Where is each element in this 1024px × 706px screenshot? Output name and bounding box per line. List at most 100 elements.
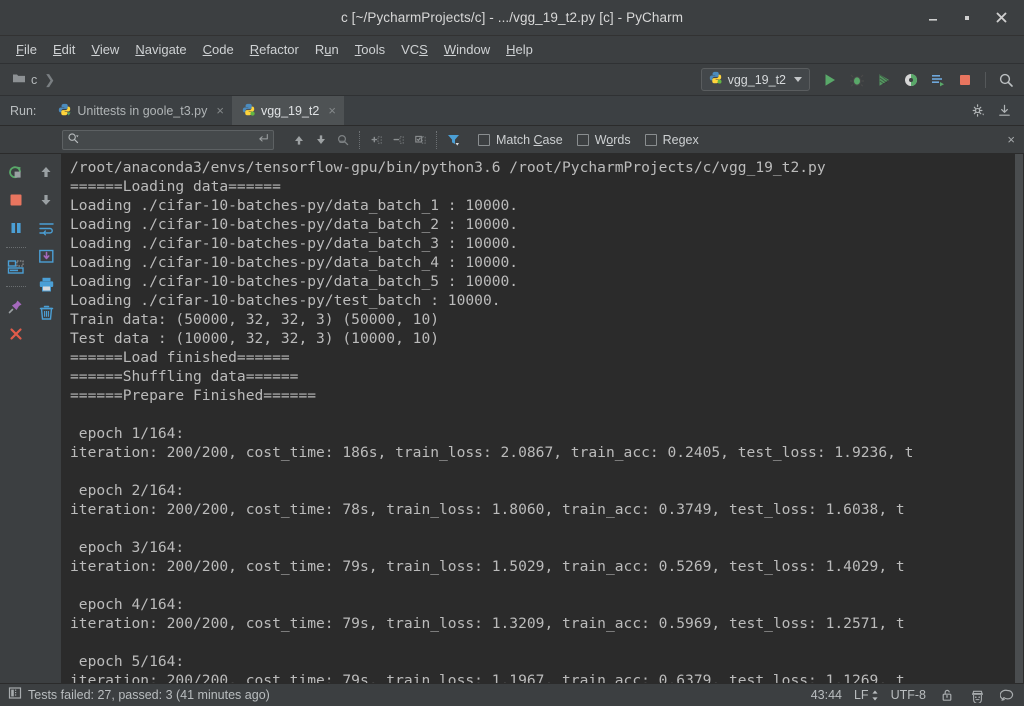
encoding-label[interactable]: UTF-8 bbox=[891, 688, 926, 702]
match-case-label: Match Case bbox=[496, 132, 563, 147]
test-status-text: Tests failed: 27, passed: 3 (41 minutes … bbox=[28, 688, 270, 702]
menu-edit[interactable]: Edit bbox=[45, 39, 83, 60]
menu-run[interactable]: Run bbox=[307, 39, 347, 60]
menu-refactor[interactable]: Refactor bbox=[242, 39, 307, 60]
run-tab-label: Unittests in goole_t3.py bbox=[77, 103, 208, 118]
scroll-to-end-icon[interactable] bbox=[33, 243, 59, 269]
console-text: /root/anaconda3/envs/tensorflow-gpu/bin/… bbox=[70, 159, 914, 683]
down-arrow-icon[interactable] bbox=[33, 187, 59, 213]
pin-icon[interactable] bbox=[3, 293, 29, 319]
debug-icon[interactable] bbox=[845, 68, 869, 92]
collapse-all-icon[interactable] bbox=[387, 129, 409, 151]
menu-code[interactable]: Code bbox=[195, 39, 242, 60]
search-field[interactable] bbox=[62, 129, 274, 150]
rerun-icon[interactable] bbox=[3, 159, 29, 185]
regex-checkbox-box[interactable] bbox=[644, 133, 657, 146]
caret-position[interactable]: 43:44 bbox=[811, 688, 842, 702]
enter-icon bbox=[257, 131, 269, 149]
trash-icon[interactable] bbox=[33, 299, 59, 325]
menu-window[interactable]: Window bbox=[436, 39, 498, 60]
print-icon[interactable] bbox=[33, 271, 59, 297]
pause-icon[interactable] bbox=[3, 215, 29, 241]
console-scrollbar-thumb[interactable] bbox=[1015, 154, 1023, 683]
words-checkbox[interactable]: Words bbox=[576, 133, 631, 147]
python-file-icon bbox=[242, 103, 255, 119]
line-separator[interactable]: LF bbox=[854, 688, 879, 702]
python-test-icon bbox=[58, 103, 71, 119]
maximize-icon[interactable] bbox=[952, 5, 982, 31]
run-icon[interactable] bbox=[818, 68, 842, 92]
stop-icon[interactable] bbox=[953, 68, 977, 92]
window-title: c [~/PycharmProjects/c] - .../vgg_19_t2.… bbox=[340, 10, 684, 25]
menu-navigate[interactable]: Navigate bbox=[127, 39, 194, 60]
soft-wrap-icon[interactable] bbox=[33, 215, 59, 241]
unlocked-icon[interactable] bbox=[938, 686, 956, 704]
line-separator-label: LF bbox=[853, 688, 869, 702]
pycharm-window: c [~/PycharmProjects/c] - .../vgg_19_t2.… bbox=[0, 0, 1024, 706]
select-in-tree-icon[interactable] bbox=[409, 129, 431, 151]
profile-icon[interactable] bbox=[899, 68, 923, 92]
window-controls bbox=[918, 5, 1016, 31]
breadcrumb[interactable]: c ❯ bbox=[6, 71, 55, 89]
title-bar: c [~/PycharmProjects/c] - .../vgg_19_t2.… bbox=[0, 0, 1024, 36]
run-with-console-icon[interactable] bbox=[926, 68, 950, 92]
python-file-icon bbox=[709, 71, 722, 89]
gutter-divider bbox=[5, 247, 26, 248]
hector-inspector-icon[interactable] bbox=[968, 686, 986, 704]
search-everywhere-icon[interactable] bbox=[994, 68, 1018, 92]
run-tab-vgg19[interactable]: vgg_19_t2 × bbox=[231, 96, 344, 125]
close-icon[interactable] bbox=[3, 321, 29, 347]
find-next-icon[interactable] bbox=[310, 129, 332, 151]
menu-help[interactable]: Help bbox=[498, 39, 541, 60]
console-search-bar: Match Case Words Regex × bbox=[0, 126, 1024, 154]
run-panel-actions bbox=[966, 96, 1024, 125]
search-input[interactable] bbox=[82, 133, 254, 146]
menu-tools[interactable]: Tools bbox=[347, 39, 393, 60]
chevron-down-icon bbox=[794, 77, 802, 82]
run-actions-gutter bbox=[0, 154, 31, 683]
menu-bar: File Edit View Navigate Code Refactor Ru… bbox=[0, 36, 1024, 64]
select-all-occurrences-icon[interactable] bbox=[332, 129, 354, 151]
chevron-right-icon: ❯ bbox=[44, 71, 56, 87]
hide-panel-icon[interactable] bbox=[992, 99, 1016, 123]
status-bar: Tests failed: 27, passed: 3 (41 minutes … bbox=[0, 683, 1024, 706]
match-case-checkbox[interactable]: Match Case bbox=[478, 133, 563, 147]
run-tool-window-header: Run: Unittests in goole_t3.py × vgg_19_t… bbox=[0, 96, 1024, 126]
gear-icon[interactable] bbox=[966, 99, 990, 123]
find-previous-icon[interactable] bbox=[288, 129, 310, 151]
search-icon bbox=[67, 131, 79, 149]
expand-all-icon[interactable] bbox=[365, 129, 387, 151]
stop-icon[interactable] bbox=[3, 187, 29, 213]
filter-icon[interactable] bbox=[442, 129, 464, 151]
console-output[interactable]: /root/anaconda3/envs/tensorflow-gpu/bin/… bbox=[62, 154, 1024, 683]
status-left[interactable]: Tests failed: 27, passed: 3 (41 minutes … bbox=[8, 686, 270, 705]
menu-vcs[interactable]: VCS bbox=[393, 39, 436, 60]
menu-file[interactable]: File bbox=[8, 39, 45, 60]
minimize-icon[interactable] bbox=[918, 5, 948, 31]
words-checkbox-box[interactable] bbox=[576, 133, 589, 146]
test-results-icon bbox=[8, 686, 22, 705]
close-search-icon[interactable]: × bbox=[1007, 132, 1015, 147]
run-tab-label: vgg_19_t2 bbox=[260, 103, 320, 118]
regex-checkbox[interactable]: Regex bbox=[644, 133, 699, 147]
breadcrumb-label: c bbox=[31, 72, 38, 87]
tab-close-icon[interactable]: × bbox=[328, 103, 336, 118]
search-nav-actions bbox=[288, 129, 464, 151]
event-log-icon[interactable] bbox=[998, 686, 1016, 704]
line-separator-arrows-icon bbox=[871, 690, 879, 701]
menu-view[interactable]: View bbox=[83, 39, 127, 60]
run-console-body: /root/anaconda3/envs/tensorflow-gpu/bin/… bbox=[0, 154, 1024, 683]
main-toolbar: c ❯ vgg_19_t2 bbox=[0, 64, 1024, 96]
close-icon[interactable] bbox=[986, 5, 1016, 31]
match-case-checkbox-box[interactable] bbox=[478, 133, 490, 146]
folder-icon bbox=[12, 71, 26, 89]
console-view-icon[interactable] bbox=[3, 254, 29, 280]
console-actions-gutter bbox=[31, 154, 62, 683]
run-configuration-selector[interactable]: vgg_19_t2 bbox=[700, 68, 810, 91]
tab-close-icon[interactable]: × bbox=[216, 103, 224, 118]
up-arrow-icon[interactable] bbox=[33, 159, 59, 185]
coverage-icon[interactable] bbox=[872, 68, 896, 92]
run-panel-label: Run: bbox=[10, 103, 37, 118]
run-tab-unittests[interactable]: Unittests in goole_t3.py × bbox=[48, 96, 232, 125]
console-scrollbar[interactable] bbox=[1014, 154, 1024, 683]
